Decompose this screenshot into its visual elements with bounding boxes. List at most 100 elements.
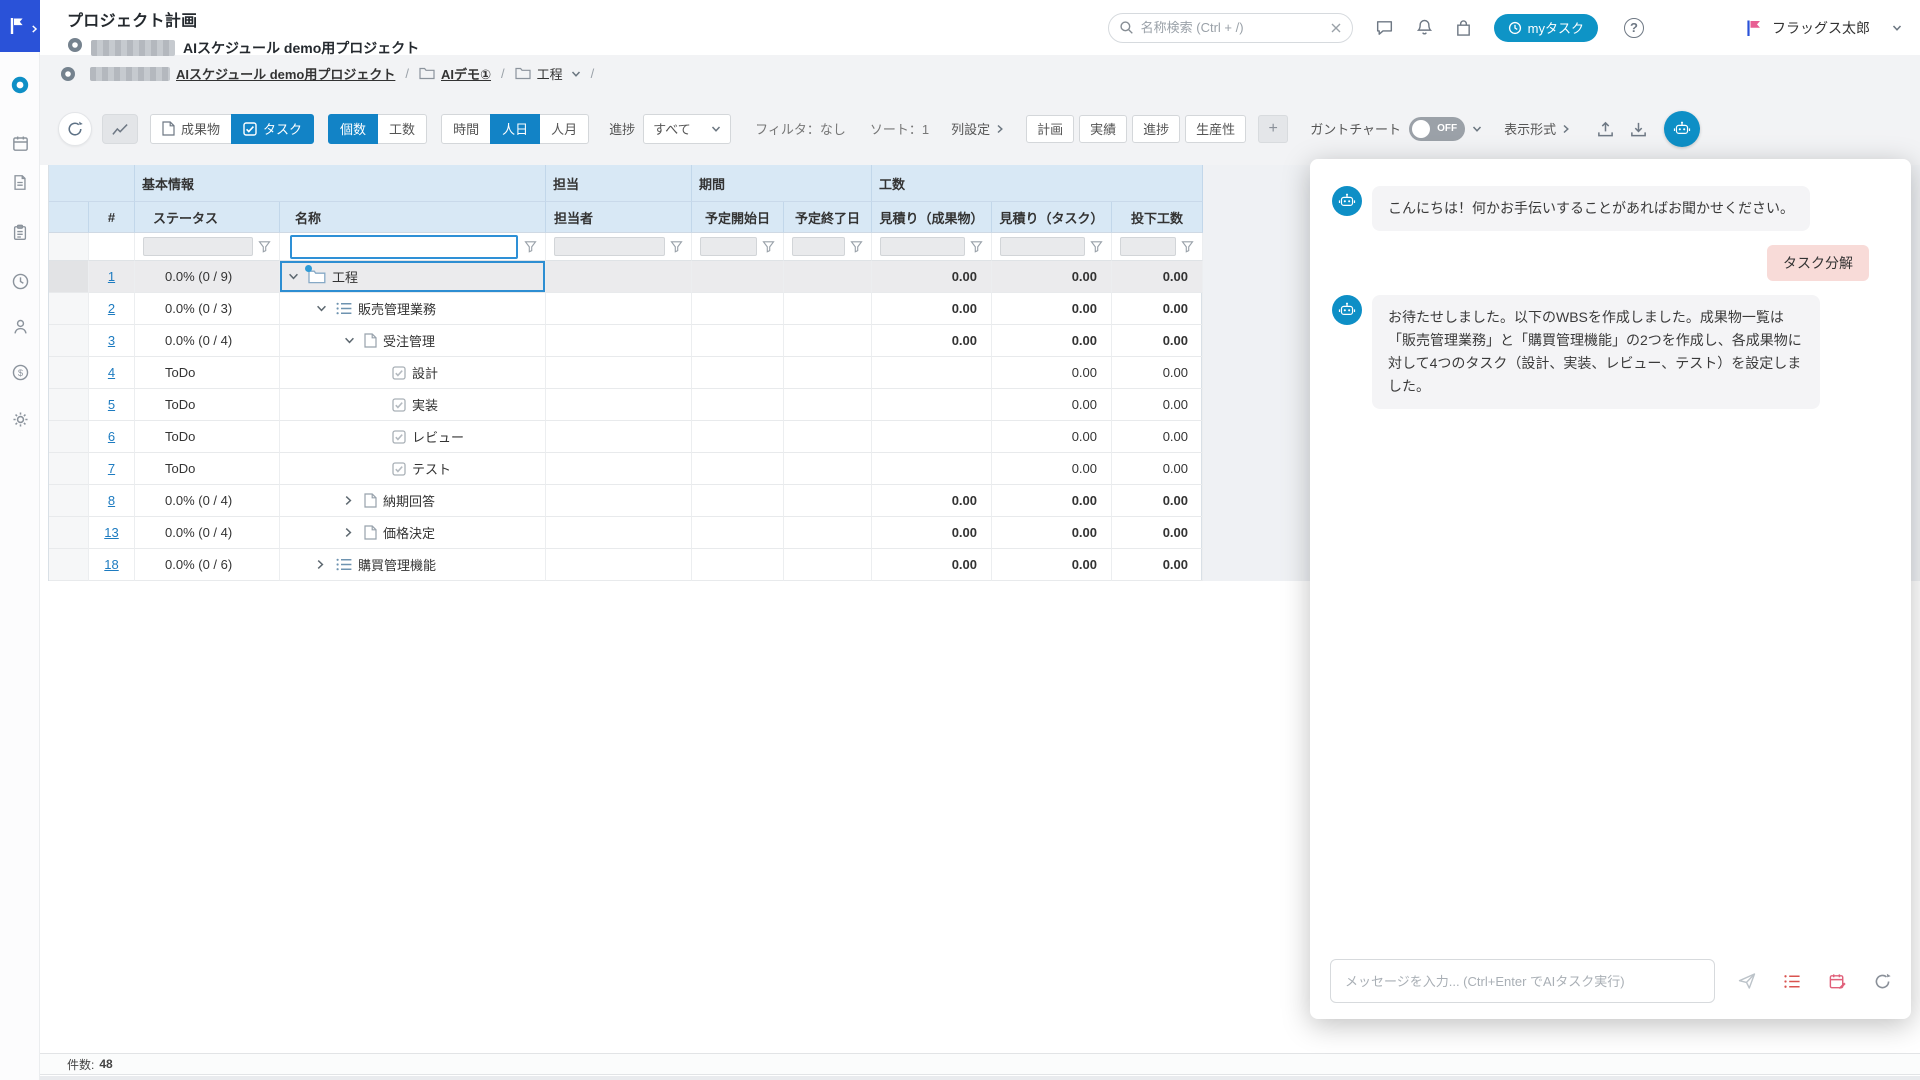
table-row[interactable]: 10.0% (0 / 9)工程0.000.000.00 xyxy=(49,261,1201,293)
filter-funnel-icon[interactable] xyxy=(670,240,683,253)
header-start-date[interactable]: 予定開始日 xyxy=(692,202,784,233)
name-cell[interactable]: 設計 xyxy=(280,357,546,389)
name-cell[interactable]: 受注管理 xyxy=(280,325,546,357)
header-assignee[interactable]: 担当者 xyxy=(546,202,692,233)
name-cell[interactable]: 購買管理機能 xyxy=(280,549,546,581)
plan-button[interactable]: 計画 xyxy=(1026,115,1074,143)
mytask-button[interactable]: myタスク xyxy=(1494,14,1598,42)
help-icon[interactable]: ? xyxy=(1624,18,1644,38)
header-invested[interactable]: 投下工数 xyxy=(1112,202,1203,233)
row-select-cell[interactable] xyxy=(49,485,89,517)
task-toggle-button[interactable]: タスク xyxy=(231,114,314,144)
chat-input[interactable] xyxy=(1330,959,1715,1003)
sidebar-item-user[interactable] xyxy=(0,314,40,338)
row-select-cell[interactable] xyxy=(49,261,89,293)
app-logo[interactable] xyxy=(0,0,40,52)
sort-status-text[interactable]: ソート：1 xyxy=(870,119,929,138)
filter-name-input[interactable] xyxy=(290,235,518,259)
row-select-cell[interactable] xyxy=(49,293,89,325)
column-settings-button[interactable]: 列設定 xyxy=(951,119,1004,138)
gantt-toggle[interactable]: OFF xyxy=(1409,117,1465,141)
hour-toggle-button[interactable]: 時間 xyxy=(441,114,491,144)
table-row[interactable]: 4ToDo設計0.000.00 xyxy=(49,357,1201,389)
gantt-chevron-icon[interactable] xyxy=(1472,125,1482,133)
table-row[interactable]: 80.0% (0 / 4)納期回答0.000.000.00 xyxy=(49,485,1201,517)
user-menu-chevron-icon[interactable] xyxy=(1892,24,1902,32)
breadcrumb-dropdown-chevron-icon[interactable] xyxy=(571,70,581,78)
progress-filter-select[interactable]: すべて xyxy=(643,114,731,144)
person-month-toggle-button[interactable]: 人月 xyxy=(539,114,589,144)
name-cell[interactable]: 価格決定 xyxy=(280,517,546,549)
search-box[interactable] xyxy=(1108,13,1353,43)
chat-bubble-icon[interactable] xyxy=(1375,19,1394,37)
filter-funnel-icon[interactable] xyxy=(850,240,863,253)
row-number-link[interactable]: 18 xyxy=(104,557,118,572)
sidebar-item-settings[interactable] xyxy=(0,407,40,431)
filter-funnel-icon[interactable] xyxy=(524,240,537,253)
count-toggle-button[interactable]: 個数 xyxy=(328,114,378,144)
row-select-cell[interactable] xyxy=(49,357,89,389)
chart-button[interactable] xyxy=(102,114,138,144)
row-number-link[interactable]: 8 xyxy=(108,493,115,508)
expand-chevron-icon[interactable] xyxy=(344,527,364,538)
home-icon[interactable] xyxy=(60,66,76,82)
name-cell[interactable]: 納期回答 xyxy=(280,485,546,517)
row-number-link[interactable]: 5 xyxy=(108,397,115,412)
sidebar-item-finance[interactable]: $ xyxy=(0,360,40,384)
table-row[interactable]: 180.0% (0 / 6)購買管理機能0.000.000.00 xyxy=(49,549,1201,581)
filter-status-text[interactable]: フィルタ：なし xyxy=(755,119,846,138)
actual-button[interactable]: 実績 xyxy=(1079,115,1127,143)
search-input[interactable] xyxy=(1141,20,1330,35)
calendar-edit-icon[interactable] xyxy=(1828,972,1847,991)
deliverable-toggle-button[interactable]: 成果物 xyxy=(150,114,232,144)
row-select-cell[interactable] xyxy=(49,325,89,357)
name-cell[interactable]: テスト xyxy=(280,453,546,485)
table-row[interactable]: 6ToDoレビュー0.000.00 xyxy=(49,421,1201,453)
row-select-cell[interactable] xyxy=(49,453,89,485)
send-icon[interactable] xyxy=(1737,971,1757,991)
filter-end-date-input[interactable] xyxy=(792,237,845,256)
table-row[interactable]: 7ToDoテスト0.000.00 xyxy=(49,453,1201,485)
table-row[interactable]: 5ToDo実装0.000.00 xyxy=(49,389,1201,421)
filter-status-input[interactable] xyxy=(143,237,253,256)
row-number-link[interactable]: 6 xyxy=(108,429,115,444)
filter-start-date-input[interactable] xyxy=(700,237,757,256)
display-format-button[interactable]: 表示形式 xyxy=(1504,119,1570,138)
breadcrumb-project-link[interactable]: AIスケジュール demo用プロジェクト xyxy=(176,64,395,83)
sidebar-item-clock[interactable] xyxy=(0,269,40,293)
row-number-link[interactable]: 4 xyxy=(108,365,115,380)
bag-icon[interactable] xyxy=(1455,19,1472,37)
table-row[interactable]: 30.0% (0 / 4)受注管理0.000.000.00 xyxy=(49,325,1201,357)
chat-refresh-icon[interactable] xyxy=(1873,972,1892,991)
row-number-link[interactable]: 3 xyxy=(108,333,115,348)
expand-chevron-icon[interactable] xyxy=(316,559,336,570)
sidebar-expand-icon[interactable] xyxy=(31,21,38,39)
filter-assignee-input[interactable] xyxy=(554,237,665,256)
header-end-date[interactable]: 予定終了日 xyxy=(784,202,872,233)
filter-funnel-icon[interactable] xyxy=(258,240,271,253)
filter-invested-input[interactable] xyxy=(1120,237,1176,256)
row-number-link[interactable]: 1 xyxy=(108,269,115,284)
expand-chevron-icon[interactable] xyxy=(316,304,336,313)
header-name[interactable]: 名称 xyxy=(280,202,546,233)
row-number-link[interactable]: 2 xyxy=(108,301,115,316)
row-select-cell[interactable] xyxy=(49,517,89,549)
header-est-deliverable[interactable]: 見積り（成果物） xyxy=(872,202,992,233)
download-icon[interactable] xyxy=(1629,120,1648,138)
bell-icon[interactable] xyxy=(1416,18,1433,37)
clear-search-icon[interactable] xyxy=(1330,22,1342,34)
name-cell[interactable]: レビュー xyxy=(280,421,546,453)
progress-button[interactable]: 進捗 xyxy=(1132,115,1180,143)
table-row[interactable]: 130.0% (0 / 4)価格決定0.000.000.00 xyxy=(49,517,1201,549)
sidebar-item-document[interactable] xyxy=(0,170,40,194)
row-select-cell[interactable] xyxy=(49,549,89,581)
sidebar-item-home[interactable] xyxy=(0,73,40,97)
row-select-cell[interactable] xyxy=(49,389,89,421)
filter-funnel-icon[interactable] xyxy=(1090,240,1103,253)
filter-est-task-input[interactable] xyxy=(1000,237,1085,256)
sidebar-item-calendar[interactable] xyxy=(0,131,40,155)
filter-est-deliverable-input[interactable] xyxy=(880,237,965,256)
expand-chevron-icon[interactable] xyxy=(344,495,364,506)
table-row[interactable]: 20.0% (0 / 3)販売管理業務0.000.000.00 xyxy=(49,293,1201,325)
expand-chevron-icon[interactable] xyxy=(288,272,308,281)
